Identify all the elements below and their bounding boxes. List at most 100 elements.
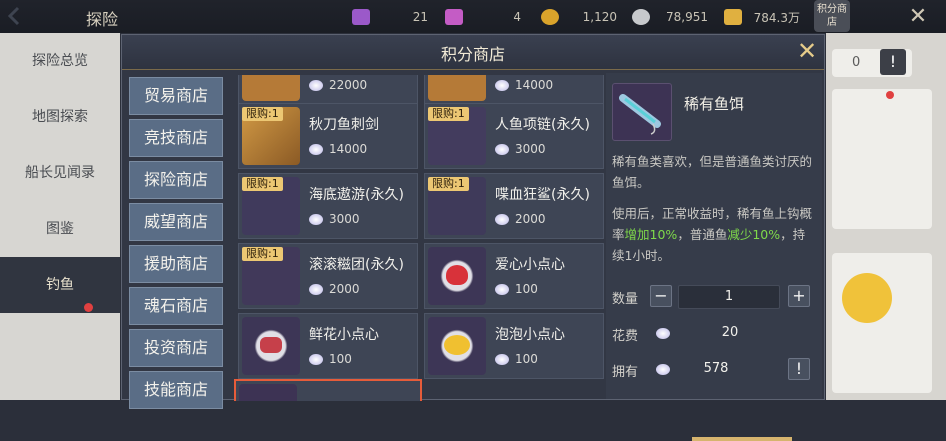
tab-explore[interactable]: 探险商店 [129,161,223,199]
bubble-snack-image [428,317,486,375]
tab-soulstone[interactable]: 魂石商店 [129,287,223,325]
buy-button[interactable] [692,437,792,441]
resource-counter: 1,120 [541,8,621,26]
item-price: 3000 [309,212,360,226]
resource-counter: 21 [352,8,432,26]
owned-value: 578 [703,361,729,376]
item-price: 22000 [309,78,367,92]
owned-label: 拥有 [612,365,639,380]
nav-item-captain[interactable]: 船长见闻录 [0,145,120,201]
item-image [242,75,300,101]
heart-icon [446,265,468,285]
cost-label: 花费 [612,329,639,344]
silver-coin-icon [632,9,650,25]
fish-card[interactable] [832,89,932,229]
item-image [428,75,486,101]
counter-value: 0 [852,55,861,70]
pearl-icon [309,143,323,155]
shop-item-card[interactable]: 泡泡小点心 100 [424,313,604,379]
quantity-stepper[interactable]: 1 [678,285,780,309]
nav-item-fishing[interactable]: 钓鱼 [0,257,120,313]
item-price: 100 [495,352,538,366]
bait-image [612,83,672,141]
info-icon[interactable]: ! [788,358,810,380]
plus-button[interactable]: + [788,285,810,307]
back-arrow-icon[interactable] [4,4,74,28]
shop-item-card[interactable]: 14000 [424,75,604,105]
shop-item-card[interactable]: 限购:1 海底遨游(永久) 3000 [238,173,418,239]
item-name: 爱心小点心 [495,257,565,273]
nav-item-map[interactable]: 地图探索 [0,89,120,145]
bubble-icon [444,335,470,355]
gold-ingot-icon [724,9,742,25]
purple-gem-icon [352,9,370,25]
pearl-icon [309,353,323,365]
item-name: 人鱼项链(永久) [495,117,590,133]
points-shop-modal: 积分商店 ✕ 贸易商店 竞技商店 探险商店 威望商店 援助商店 魂石商店 投资商… [121,34,825,441]
pearl-icon [495,143,509,155]
flower-icon [260,337,282,353]
item-description: 稀有鱼类喜欢，但是普通鱼类讨厌的鱼饵。 使用后，正常收益时，稀有鱼上钩概率增加1… [612,154,813,263]
shop-item-card[interactable]: 爱心小点心 100 [424,243,604,309]
left-nav: 探险总览 地图探索 船长见闻录 图鉴 钓鱼 [0,33,120,400]
fishing-lure-icon [619,94,661,135]
item-name: 喋血狂鲨(永久) [495,187,590,203]
limit-badge: 限购:1 [428,177,469,191]
notification-dot [886,91,894,99]
cost-row: 花费 20 [612,322,808,346]
quantity-row: 数量 − 1 + [612,285,810,309]
pearl-icon [309,79,323,91]
item-grid: 22000 14000 限购:1 秋刀鱼刺剑 14000 限购:1 人鱼项链(永… [234,75,606,401]
limit-badge: 限购:1 [242,247,283,261]
pearl-icon [495,79,509,91]
pearl-icon [495,353,509,365]
tab-prestige[interactable]: 威望商店 [129,203,223,241]
fish-card[interactable] [832,253,932,393]
tab-arena[interactable]: 竞技商店 [129,119,223,157]
flower-snack-image [242,317,300,375]
nav-item-codex[interactable]: 图鉴 [0,201,120,257]
tab-skill[interactable]: 技能商店 [129,371,223,409]
pearl-icon [309,213,323,225]
owned-row: 拥有 578 ! [612,358,810,382]
resource-counter: 784.3万 [724,8,804,26]
tab-assist[interactable]: 援助商店 [129,245,223,283]
limit-badge: 限购:1 [428,107,469,121]
item-price: 100 [495,282,538,296]
top-bar: 探险 21 4 1,120 78,951 784.3万 积分商店 ✕ [0,0,946,33]
info-icon[interactable]: ! [880,49,906,75]
minus-button[interactable]: − [650,285,672,307]
limit-badge: 限购:1 [242,107,283,121]
fish-icon [842,273,892,323]
item-price: 3000 [495,142,546,156]
item-name: 泡泡小点心 [495,327,565,343]
shop-item-card[interactable]: 限购:1 滚滚糍团(永久) 2000 [238,243,418,309]
resource-counter: 4 [445,8,525,26]
item-name: 海底遨游(永久) [309,187,404,203]
selected-item-card[interactable] [234,379,422,401]
notification-dot [84,303,93,312]
item-price: 14000 [495,78,553,92]
cost-value: 20 [721,325,739,340]
points-shop-button[interactable]: 积分商店 [814,0,850,32]
tab-trade[interactable]: 贸易商店 [129,77,223,115]
shop-item-card[interactable]: 限购:1 喋血狂鲨(永久) 2000 [424,173,604,239]
close-icon[interactable]: ✕ [905,4,931,30]
shop-label: 积分商店 [817,4,847,28]
tab-invest[interactable]: 投资商店 [129,329,223,367]
shop-item-card[interactable]: 限购:1 秋刀鱼刺剑 14000 [238,103,418,169]
nav-item-overview[interactable]: 探险总览 [0,33,120,89]
screen-title: 探险 [86,10,119,29]
close-icon[interactable]: ✕ [794,38,820,64]
modal-header: 积分商店 ✕ [122,35,824,70]
shop-item-card[interactable]: 22000 [238,75,418,105]
item-name: 滚滚糍团(永久) [309,257,404,273]
shop-item-card[interactable]: 限购:1 人鱼项链(永久) 3000 [424,103,604,169]
shop-item-card[interactable]: 鲜花小点心 100 [238,313,418,379]
pearl-icon [309,283,323,295]
item-price: 2000 [309,282,360,296]
item-detail-panel: 稀有鱼饵 稀有鱼类喜欢，但是普通鱼类讨厌的鱼饵。 使用后，正常收益时，稀有鱼上钩… [606,73,822,441]
resource-counter: 78,951 [632,8,712,26]
background-panel: 0 ! [826,33,946,400]
pearl-icon [495,283,509,295]
